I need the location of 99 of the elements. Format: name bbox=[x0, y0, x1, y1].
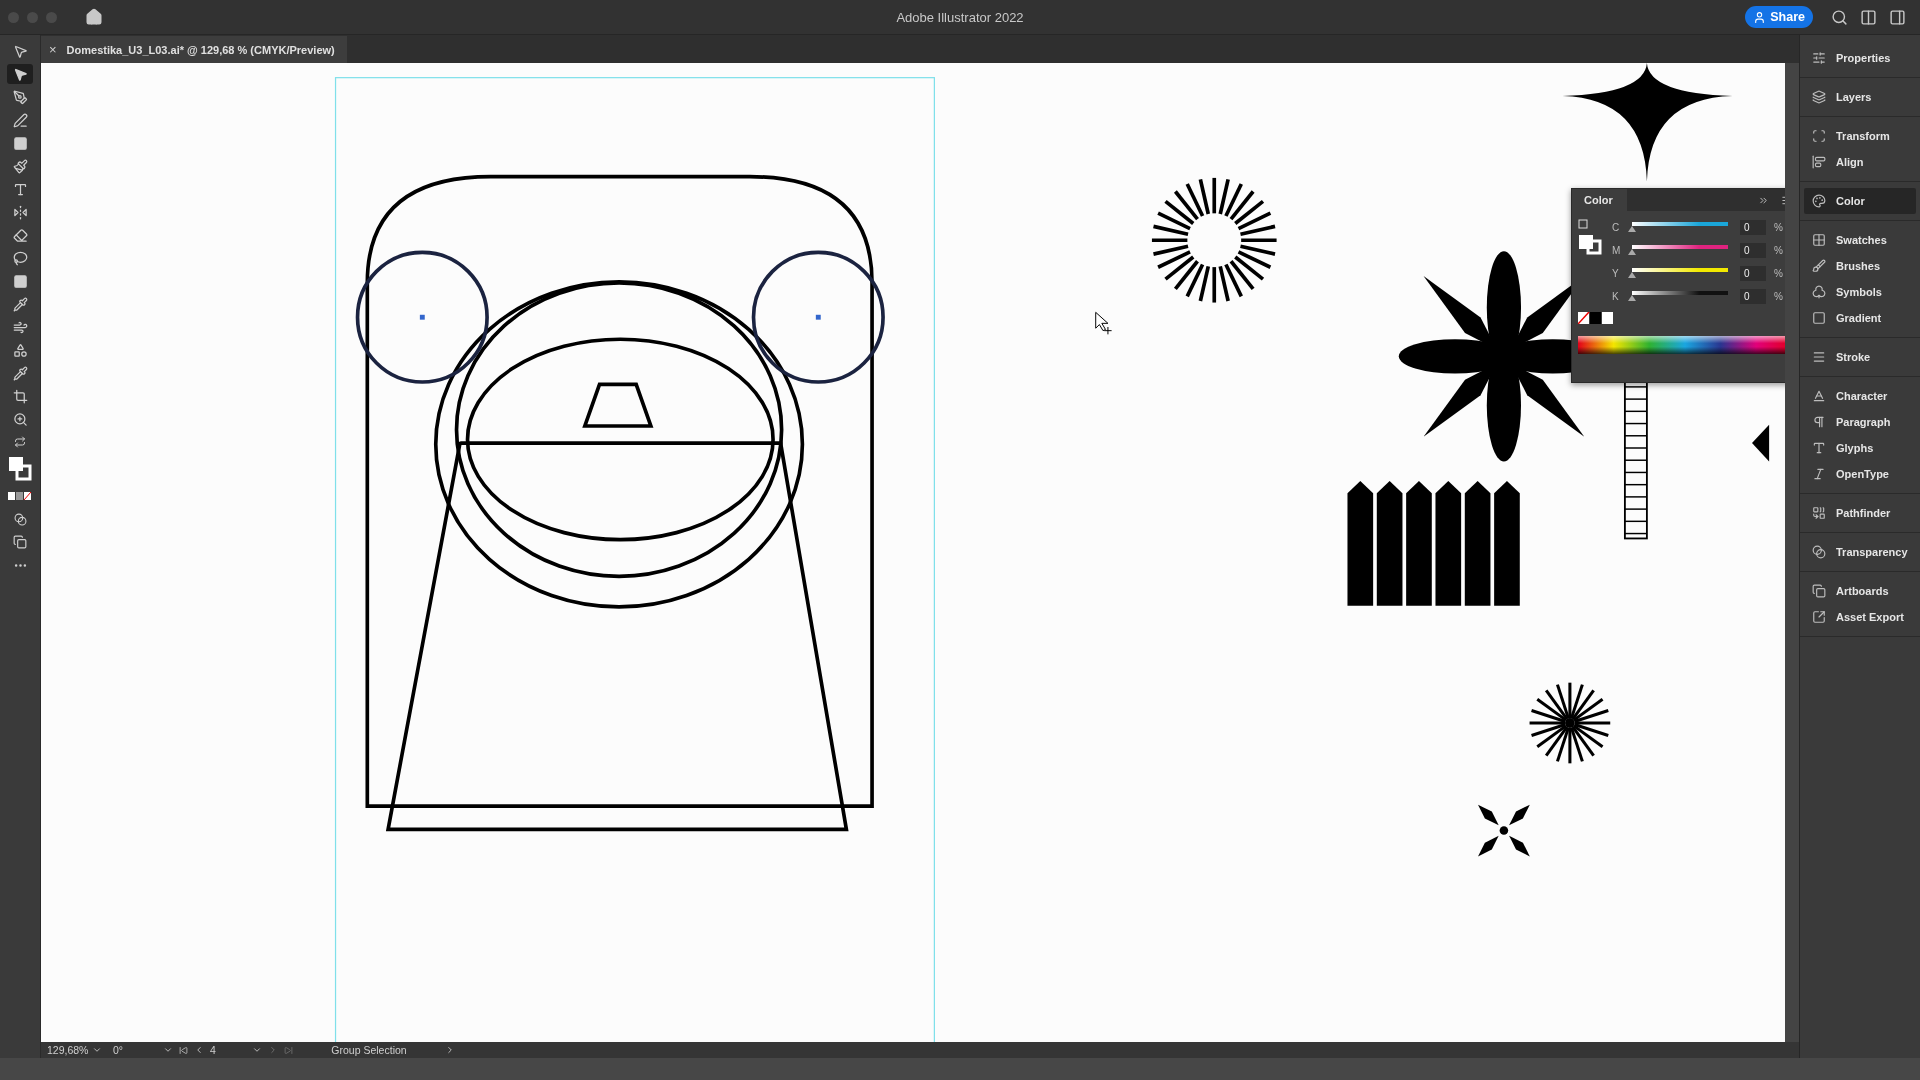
reflect-icon bbox=[12, 204, 28, 220]
channel-value-field[interactable]: 0 bbox=[1740, 242, 1766, 258]
cursor-icon bbox=[1095, 311, 1113, 335]
letter-icon bbox=[1812, 441, 1826, 455]
panel-item[interactable]: Glyphs bbox=[1804, 435, 1916, 461]
color-spectrum[interactable] bbox=[1578, 336, 1785, 354]
panel-item[interactable]: Brushes bbox=[1804, 253, 1916, 279]
color-panel-title[interactable]: Color bbox=[1572, 189, 1627, 211]
vertical-scrollbar[interactable] bbox=[1785, 63, 1799, 1042]
panel-item[interactable]: Symbols bbox=[1804, 279, 1916, 305]
document-tab[interactable]: × Domestika_U3_L03.ai* @ 129,68 % (CMYK/Preview) bbox=[41, 36, 347, 63]
canvas[interactable]: Color C 0 % M 0 % Y 0 % K 0 % bbox=[41, 63, 1785, 1042]
current-tool-label: Group Selection bbox=[331, 1044, 407, 1056]
share-button[interactable]: Share bbox=[1745, 6, 1813, 28]
export-icon bbox=[1812, 610, 1826, 624]
pen-icon bbox=[12, 89, 28, 105]
slider-thumb[interactable] bbox=[1628, 294, 1636, 301]
slider-thumb[interactable] bbox=[1628, 271, 1636, 278]
zoom-icon bbox=[12, 411, 28, 427]
grid-icon bbox=[1812, 233, 1826, 247]
caret-icon[interactable] bbox=[163, 1045, 173, 1055]
club-icon bbox=[1812, 285, 1826, 299]
eraser-icon bbox=[12, 227, 28, 243]
channel-label: K bbox=[1612, 290, 1620, 302]
first-artboard-icon[interactable] bbox=[179, 1045, 188, 1055]
user-icon bbox=[1753, 10, 1767, 24]
panel-item[interactable]: Transform bbox=[1804, 123, 1916, 149]
rotation-value[interactable]: 0° bbox=[113, 1044, 124, 1056]
letter-icon bbox=[12, 181, 28, 197]
eyedropper-icon bbox=[12, 296, 28, 312]
channel-label: C bbox=[1612, 221, 1620, 233]
fill-stroke-icon[interactable] bbox=[7, 455, 33, 483]
percent-label: % bbox=[1774, 290, 1783, 302]
artboard-number[interactable]: 4 bbox=[210, 1044, 216, 1056]
panel-item[interactable]: Paragraph bbox=[1804, 409, 1916, 435]
sunburst-icon bbox=[1151, 177, 1277, 303]
panel-item[interactable]: Align bbox=[1804, 149, 1916, 175]
slider-thumb[interactable] bbox=[1628, 248, 1636, 255]
sliders-icon bbox=[1812, 51, 1826, 65]
lines-icon bbox=[1812, 350, 1826, 364]
triangle-icon bbox=[1752, 424, 1770, 462]
italic-icon bbox=[1812, 467, 1826, 481]
percent-label: % bbox=[1774, 244, 1783, 256]
combine-icon bbox=[1812, 506, 1826, 520]
panel-item[interactable]: Character bbox=[1804, 383, 1916, 409]
transform-icon bbox=[1812, 129, 1826, 143]
direct-selection-tool[interactable] bbox=[7, 64, 33, 84]
caret-icon[interactable] bbox=[92, 1045, 103, 1055]
panel-item[interactable]: Swatches bbox=[1804, 227, 1916, 253]
document-tab-label: Domestika_U3_L03.ai* @ 129,68 % (CMYK/Preview) bbox=[66, 43, 335, 56]
pen-icon bbox=[12, 112, 28, 128]
circles-icon bbox=[1812, 545, 1826, 559]
panel-item[interactable]: Properties bbox=[1804, 45, 1916, 71]
pilcrow-icon bbox=[1812, 415, 1826, 429]
brush-icon bbox=[12, 158, 28, 174]
lasso-icon bbox=[12, 250, 28, 266]
copy-icon bbox=[1812, 584, 1826, 598]
letter-icon bbox=[1812, 389, 1826, 403]
robot-drawing[interactable] bbox=[355, 174, 885, 832]
starburst-icon bbox=[1529, 682, 1611, 764]
panel-item[interactable]: OpenType bbox=[1804, 461, 1916, 487]
fence-icon bbox=[1347, 481, 1520, 606]
channel-value-field[interactable]: 0 bbox=[1740, 219, 1766, 235]
close-tab-button[interactable]: × bbox=[49, 42, 57, 57]
pointer-icon bbox=[12, 43, 28, 59]
panel-item[interactable]: Asset Export bbox=[1804, 604, 1916, 630]
channel-label: Y bbox=[1612, 267, 1620, 279]
square-icon bbox=[12, 273, 28, 289]
wind-icon bbox=[12, 319, 28, 335]
pointer-icon bbox=[12, 66, 28, 82]
square-icon bbox=[1812, 311, 1826, 325]
caret-icon[interactable] bbox=[445, 1045, 455, 1055]
align-icon bbox=[1812, 155, 1826, 169]
zoom-level[interactable]: 129,68% bbox=[47, 1044, 89, 1056]
percent-label: % bbox=[1774, 267, 1783, 279]
eyedropper-icon bbox=[12, 365, 28, 381]
shapes-icon bbox=[12, 342, 28, 358]
crop-icon bbox=[12, 388, 28, 404]
panel-item[interactable]: Artboards bbox=[1804, 578, 1916, 604]
swatch-row[interactable] bbox=[1578, 312, 1614, 324]
palette-icon bbox=[1812, 194, 1826, 208]
brush-icon bbox=[1812, 259, 1826, 273]
slider-thumb[interactable] bbox=[1628, 225, 1636, 232]
x-mark-icon bbox=[1478, 804, 1530, 857]
channel-label: M bbox=[1612, 244, 1620, 256]
channel-value-field[interactable]: 0 bbox=[1740, 265, 1766, 281]
caret-icon[interactable] bbox=[252, 1045, 262, 1055]
panel-item[interactable]: Layers bbox=[1804, 84, 1916, 110]
panel-item[interactable]: Transparency bbox=[1804, 539, 1916, 565]
previous-artboard-icon[interactable] bbox=[194, 1045, 204, 1055]
layers-icon bbox=[1812, 90, 1826, 104]
panel-item[interactable]: Stroke bbox=[1804, 344, 1916, 370]
percent-label: % bbox=[1774, 221, 1783, 233]
channel-value-field[interactable]: 0 bbox=[1740, 288, 1766, 304]
panel-item[interactable]: Pathfinder bbox=[1804, 500, 1916, 526]
app-title: Adobe Illustrator 2022 bbox=[896, 9, 1024, 25]
square-icon bbox=[12, 135, 28, 151]
panel-item[interactable]: Color bbox=[1804, 188, 1916, 214]
panel-item[interactable]: Gradient bbox=[1804, 305, 1916, 331]
